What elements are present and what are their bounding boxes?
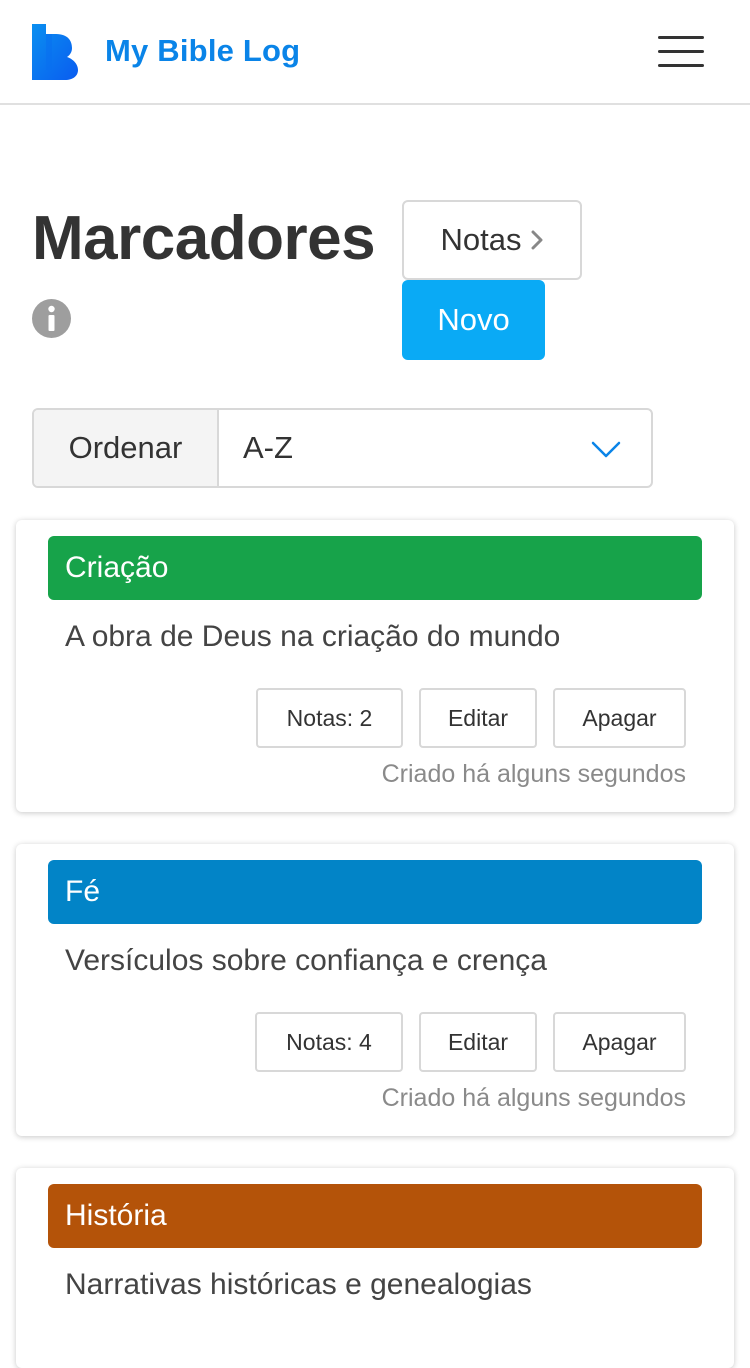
bookmark-card: História Narrativas históricas e genealo… xyxy=(16,1168,734,1368)
bookmark-title[interactable]: Fé xyxy=(48,860,702,924)
bookmark-description: A obra de Deus na criação do mundo xyxy=(65,620,561,653)
bookmark-card: Criação A obra de Deus na criação do mun… xyxy=(16,520,734,812)
notes-link-label: Notas xyxy=(440,222,522,257)
bookmark-edit-button[interactable]: Editar xyxy=(419,1012,537,1072)
app-title[interactable]: My Bible Log xyxy=(105,33,300,69)
bookmark-title[interactable]: História xyxy=(48,1184,702,1248)
chevron-down-icon xyxy=(591,441,621,458)
sort-control: Ordenar A-Z xyxy=(32,408,653,488)
bookmark-delete-button[interactable]: Apagar xyxy=(553,688,686,748)
bookmark-card: Fé Versículos sobre confiança e crença N… xyxy=(16,844,734,1136)
bookmark-title[interactable]: Criação xyxy=(48,536,702,600)
page-title: Marcadores xyxy=(32,204,376,273)
bookmark-description: Versículos sobre confiança e crença xyxy=(65,944,547,977)
sort-select[interactable]: A-Z xyxy=(219,410,651,486)
notes-link-button[interactable]: Notas xyxy=(402,200,582,280)
chevron-right-icon xyxy=(531,230,543,250)
sort-label: Ordenar xyxy=(34,410,219,486)
bookmark-notes-button[interactable]: Notas: 4 xyxy=(255,1012,403,1072)
bookmark-notes-button[interactable]: Notas: 2 xyxy=(256,688,403,748)
bookmark-edit-button[interactable]: Editar xyxy=(419,688,537,748)
bookmark-created-time: Criado há alguns segundos xyxy=(381,760,686,788)
hamburger-menu-icon[interactable] xyxy=(658,34,704,70)
new-bookmark-button[interactable]: Novo xyxy=(402,280,545,360)
bookmark-created-time: Criado há alguns segundos xyxy=(381,1084,686,1112)
navbar: My Bible Log xyxy=(0,0,750,105)
sort-selected-value: A-Z xyxy=(243,430,293,465)
bookmark-description: Narrativas históricas e genealogias xyxy=(65,1268,532,1301)
bookmark-delete-button[interactable]: Apagar xyxy=(553,1012,686,1072)
info-icon[interactable] xyxy=(32,299,71,338)
bible-log-logo-icon[interactable] xyxy=(32,24,78,80)
